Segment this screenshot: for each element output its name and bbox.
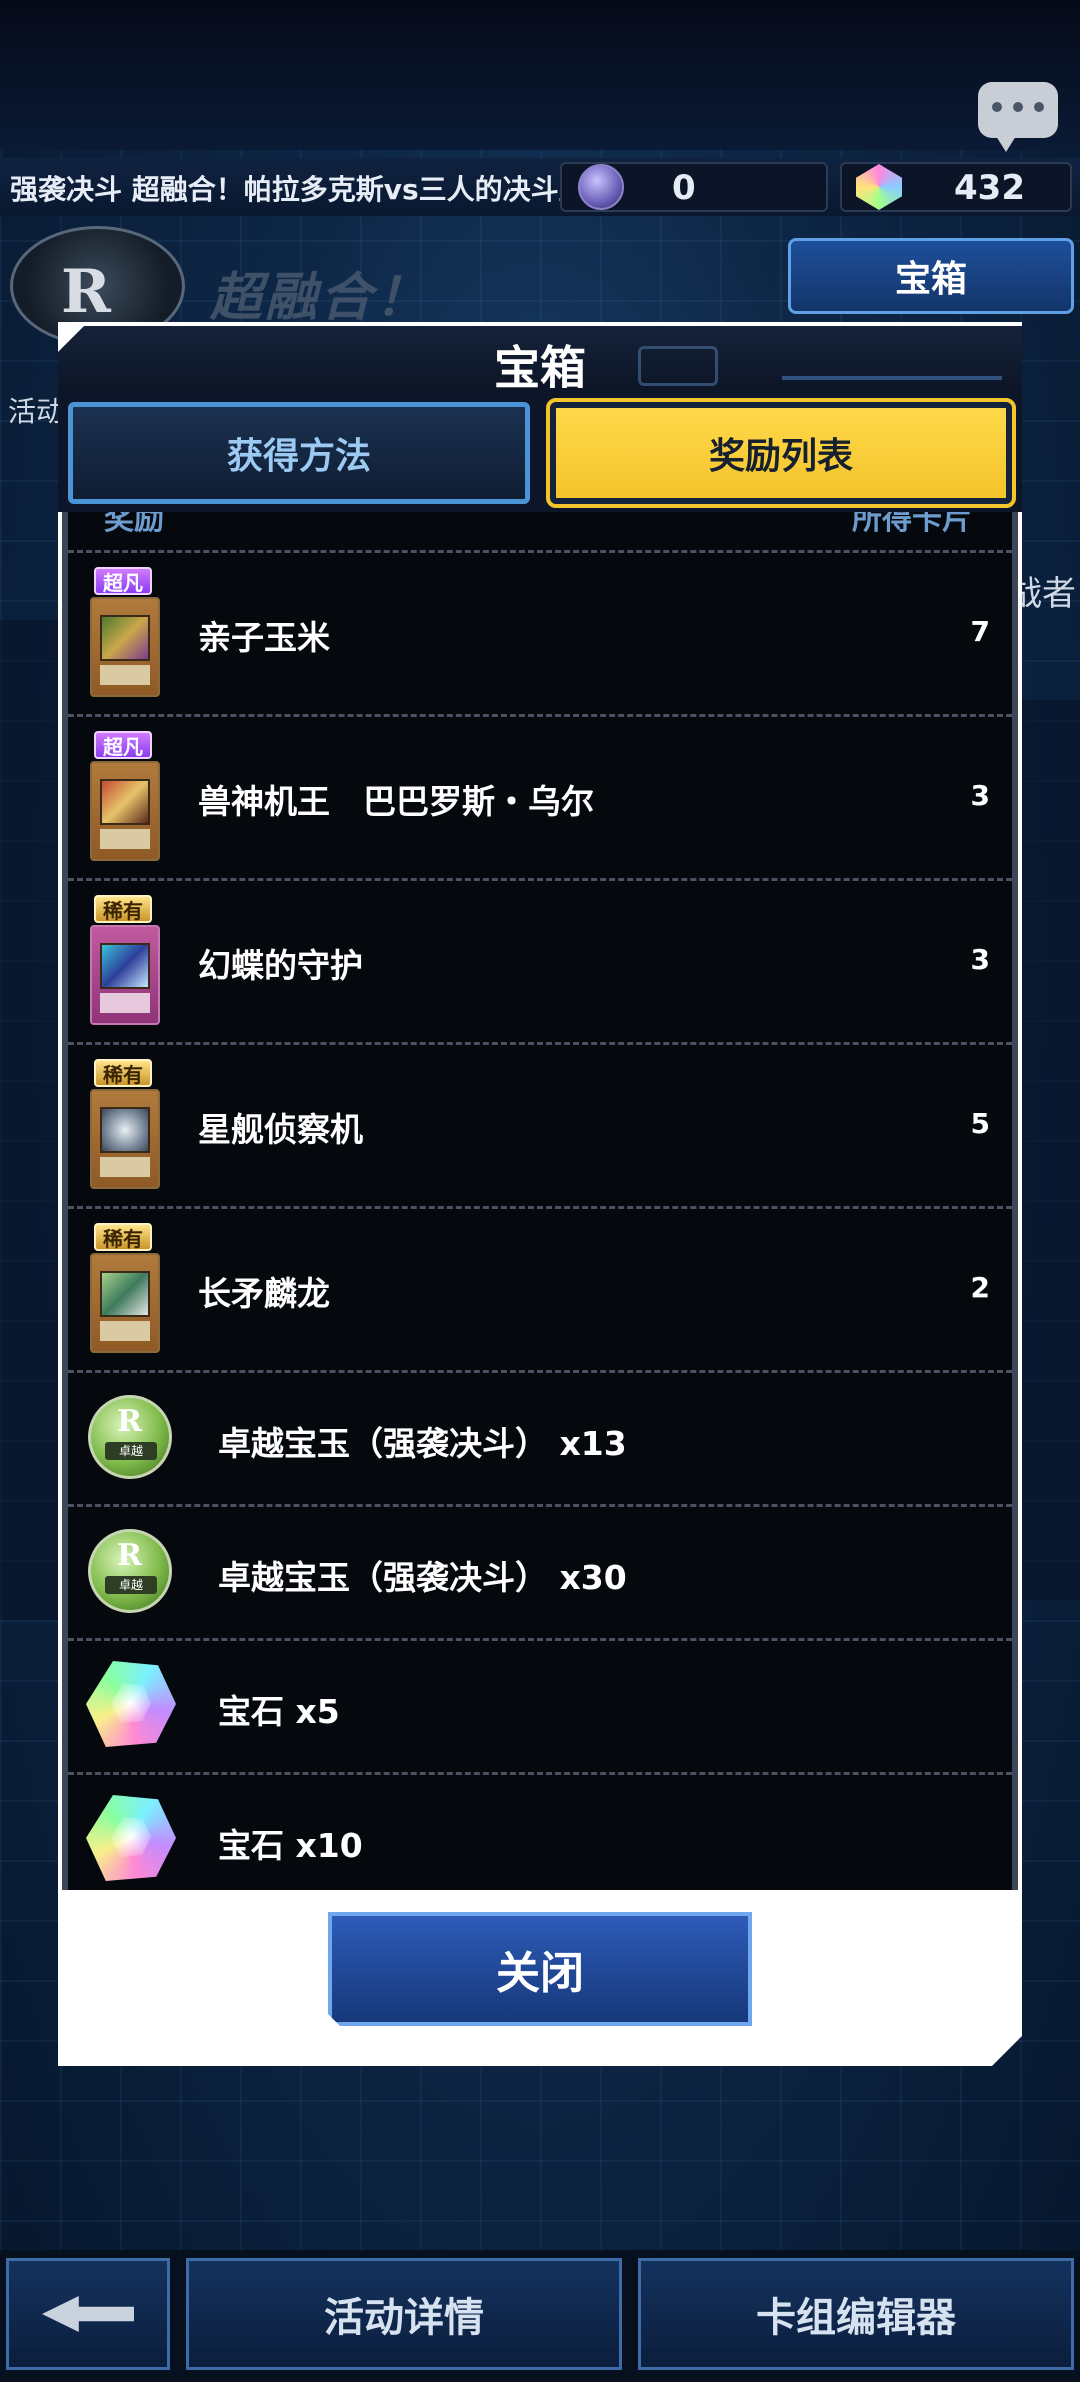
side-label-left: 活动 <box>8 395 65 428</box>
rarity-badge: 超凡 <box>94 567 152 595</box>
card-quantity: 3 <box>970 943 990 976</box>
card-name: 长矛麟龙 <box>198 1274 330 1313</box>
card-quantity: 2 <box>970 1271 990 1304</box>
list-item[interactable]: 稀有 幻蝶的守护 3 <box>68 878 1012 1042</box>
list-header-cards: 所得卡片 <box>852 512 972 537</box>
gem-icon <box>86 1795 176 1881</box>
tab-obtain-method[interactable]: 获得方法 <box>68 402 530 504</box>
modal-tabs: 获得方法 奖励列表 <box>58 388 1022 512</box>
card-image <box>90 761 160 861</box>
list-header: 奖励 所得卡片 <box>68 512 1012 534</box>
card-quantity: 7 <box>970 615 990 648</box>
list-item[interactable]: 宝石 x5 <box>68 1638 1012 1772</box>
chat-icon[interactable] <box>978 82 1058 152</box>
rarity-badge: 稀有 <box>94 895 152 923</box>
back-button[interactable] <box>6 2258 170 2370</box>
treasure-button[interactable]: 宝箱 <box>788 238 1074 314</box>
gem-icon <box>86 1661 176 1747</box>
item-name: 卓越宝玉（强袭决斗） x13 <box>218 1424 627 1463</box>
gem-count: 432 <box>954 168 1025 208</box>
back-arrow-icon <box>42 2296 134 2332</box>
top-strip <box>0 0 1080 150</box>
card-image <box>90 1089 160 1189</box>
rarity-badge: 稀有 <box>94 1059 152 1087</box>
list-item[interactable]: 超凡 兽神机王 巴巴罗斯・乌尔 3 <box>68 714 1012 878</box>
list-item[interactable]: 宝石 x10 <box>68 1772 1012 1890</box>
medal-icon: R 卓越 <box>88 1395 172 1479</box>
close-button[interactable]: 关闭 <box>328 1912 752 2026</box>
rarity-badge: 超凡 <box>94 731 152 759</box>
card-quantity: 5 <box>970 1107 990 1140</box>
list-item[interactable]: 稀有 星舰侦察机 5 <box>68 1042 1012 1206</box>
tab-reward-list[interactable]: 奖励列表 <box>550 402 1012 504</box>
banner-title: 超融合！ <box>210 268 431 328</box>
card-name: 兽神机王 巴巴罗斯・乌尔 <box>198 782 594 821</box>
card-image <box>90 1253 160 1353</box>
treasure-modal: 宝箱 获得方法 奖励列表 奖励 所得卡片 超凡 亲子玉米 7 超凡 兽神机王 巴… <box>58 322 1022 2066</box>
orb-icon <box>578 164 624 210</box>
card-name: 亲子玉米 <box>198 618 330 657</box>
deck-editor-button[interactable]: 卡组编辑器 <box>638 2258 1074 2370</box>
card-name: 星舰侦察机 <box>198 1110 363 1149</box>
card-name: 幻蝶的守护 <box>198 946 363 985</box>
event-details-button[interactable]: 活动详情 <box>186 2258 622 2370</box>
list-header-reward: 奖励 <box>104 512 164 537</box>
list-item[interactable]: 稀有 长矛麟龙 2 <box>68 1206 1012 1370</box>
item-name: 卓越宝玉（强袭决斗） x30 <box>218 1558 627 1597</box>
medal-icon: R 卓越 <box>88 1529 172 1613</box>
reward-list[interactable]: 奖励 所得卡片 超凡 亲子玉米 7 超凡 兽神机王 巴巴罗斯・乌尔 3 稀有 幻… <box>62 512 1018 1890</box>
item-name: 宝石 x10 <box>218 1826 363 1865</box>
background-panel-left <box>0 620 58 1620</box>
card-image <box>90 597 160 697</box>
modal-header: 宝箱 <box>58 322 1022 388</box>
background-panel-right <box>1020 700 1080 1600</box>
list-item[interactable]: 超凡 亲子玉米 7 <box>68 550 1012 714</box>
card-image <box>90 925 160 1025</box>
list-item[interactable]: R 卓越 卓越宝玉（强袭决斗） x13 <box>68 1370 1012 1504</box>
rarity-badge: 稀有 <box>94 1223 152 1251</box>
orb-count: 0 <box>672 168 696 208</box>
event-title: 强袭决斗 超融合！帕拉多克斯vs三人的决斗王 <box>10 173 587 206</box>
item-name: 宝石 x5 <box>218 1692 340 1731</box>
card-quantity: 3 <box>970 779 990 812</box>
list-item[interactable]: R 卓越 卓越宝玉（强袭决斗） x30 <box>68 1504 1012 1638</box>
